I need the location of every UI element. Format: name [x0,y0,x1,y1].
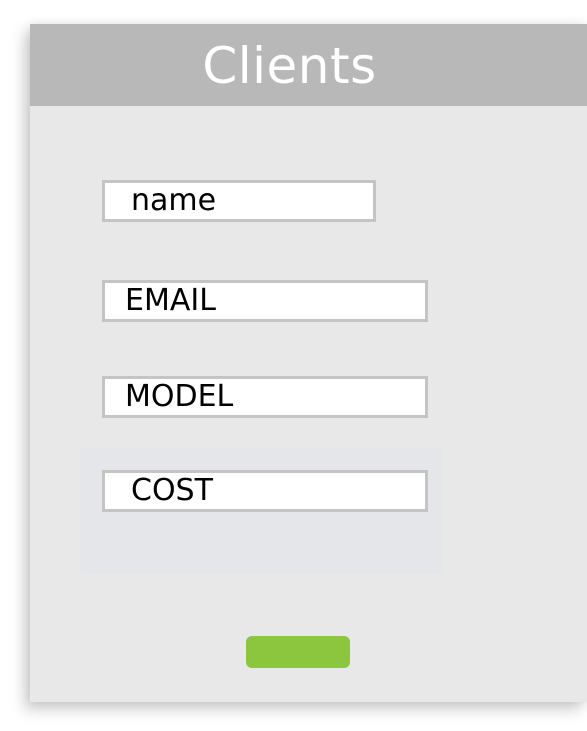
submit-button[interactable] [246,636,350,668]
page-title: Clients [202,37,377,95]
card-header: Clients [30,24,587,106]
model-field-text: MODEL [125,379,234,414]
clients-card: Clients name EMAIL MODEL COST [30,24,587,702]
name-field-text: name [131,183,217,218]
cost-field[interactable]: COST [102,470,428,512]
email-field[interactable]: EMAIL [102,280,428,322]
email-field-text: EMAIL [125,283,216,318]
name-field[interactable]: name [102,180,376,222]
model-field[interactable]: MODEL [102,376,428,418]
cost-field-text: COST [131,473,213,508]
